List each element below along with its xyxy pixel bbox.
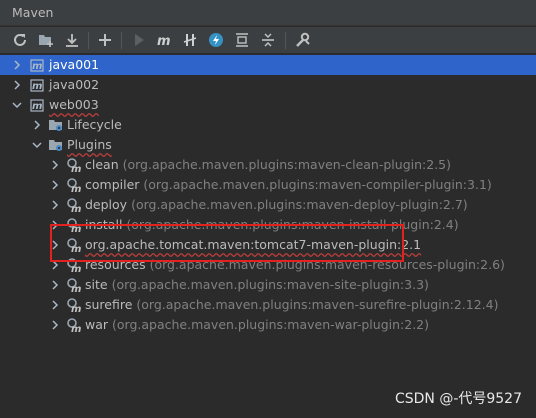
- plugin-name: compiler: [85, 177, 140, 192]
- plugin-name: clean: [85, 157, 119, 172]
- svg-text:m: m: [71, 304, 81, 313]
- plugin-item-deploy[interactable]: m deploy (org.apache.maven.plugins:maven…: [0, 195, 536, 215]
- folder-gear-icon: [48, 117, 64, 133]
- plugin-item-surefire[interactable]: m surefire (org.apache.maven.plugins:mav…: [0, 295, 536, 315]
- svg-text:m: m: [32, 101, 42, 112]
- project-name: java001: [49, 57, 100, 72]
- plugin-item-war[interactable]: m war (org.apache.maven.plugins:maven-wa…: [0, 315, 536, 335]
- svg-text:m: m: [71, 184, 81, 193]
- watermark: CSDN @-代号9527: [394, 391, 522, 407]
- svg-text:m: m: [71, 204, 81, 213]
- svg-text:m: m: [71, 164, 81, 173]
- chevron-right-icon[interactable]: [50, 320, 60, 330]
- chevron-right-icon[interactable]: [50, 300, 60, 310]
- plugin-artifact: (org.apache.maven.plugins:maven-compiler…: [143, 177, 492, 192]
- plus-icon[interactable]: [95, 30, 115, 50]
- chevron-right-icon[interactable]: [50, 200, 60, 210]
- lifecycle-label: Lifecycle: [67, 117, 122, 132]
- maven-project-icon: m: [29, 77, 45, 93]
- chevron-right-icon[interactable]: [50, 160, 60, 170]
- plugin-item-compiler[interactable]: m compiler (org.apache.maven.plugins:mav…: [0, 175, 536, 195]
- toggle-offline-icon[interactable]: [180, 30, 200, 50]
- plugin-name: site: [85, 277, 108, 292]
- plugin-artifact: (org.apache.maven.plugins:maven-clean-pl…: [122, 157, 451, 172]
- skip-tests-icon[interactable]: [206, 30, 226, 50]
- svg-text:m: m: [32, 61, 42, 72]
- plugin-name: deploy: [85, 197, 128, 212]
- show-dependencies-icon[interactable]: [232, 30, 252, 50]
- tree-item-lifecycle[interactable]: Lifecycle: [0, 115, 536, 135]
- folder-gear-icon: [48, 137, 64, 153]
- maven-plugin-icon: m: [66, 317, 82, 333]
- panel-title: Maven: [0, 0, 536, 26]
- collapse-all-icon[interactable]: [258, 30, 278, 50]
- plugin-artifact: (org.apache.maven.plugins:maven-surefire…: [136, 297, 499, 312]
- maven-toolbar: m: [0, 27, 536, 54]
- chevron-down-icon[interactable]: [12, 100, 22, 110]
- download-icon[interactable]: [62, 30, 82, 50]
- tree-item-java001[interactable]: m java001: [0, 55, 536, 75]
- chevron-down-icon[interactable]: [32, 140, 42, 150]
- reload-icon[interactable]: [10, 30, 30, 50]
- chevron-right-icon[interactable]: [12, 80, 22, 90]
- svg-text:m: m: [32, 81, 42, 92]
- maven-project-icon: m: [29, 57, 45, 73]
- svg-text:m: m: [71, 284, 81, 293]
- chevron-right-icon[interactable]: [50, 280, 60, 290]
- settings-icon[interactable]: [292, 30, 312, 50]
- chevron-right-icon[interactable]: [32, 120, 42, 130]
- plugin-item-site[interactable]: m site (org.apache.maven.plugins:maven-s…: [0, 275, 536, 295]
- project-name: java002: [49, 77, 100, 92]
- maven-plugin-icon: m: [66, 297, 82, 313]
- plugin-artifact: (org.apache.maven.plugins:maven-site-plu…: [111, 277, 429, 292]
- svg-text:m: m: [71, 264, 81, 273]
- maven-plugin-icon: m: [66, 197, 82, 213]
- maven-plugin-icon: m: [66, 177, 82, 193]
- run-icon[interactable]: [129, 30, 149, 50]
- maven-project-icon: m: [29, 97, 45, 113]
- tree-item-java002[interactable]: m java002: [0, 75, 536, 95]
- folder-add-icon[interactable]: [36, 30, 56, 50]
- svg-text:m: m: [157, 34, 171, 48]
- project-name: web003: [49, 97, 99, 112]
- plugin-name: war: [85, 317, 109, 332]
- chevron-right-icon[interactable]: [50, 180, 60, 190]
- plugin-item-clean[interactable]: m clean (org.apache.maven.plugins:maven-…: [0, 155, 536, 175]
- plugin-artifact: (org.apache.maven.plugins:maven-war-plug…: [112, 317, 430, 332]
- maven-goal-icon[interactable]: m: [154, 30, 174, 50]
- tree-item-web003[interactable]: m web003: [0, 95, 536, 115]
- maven-plugin-icon: m: [66, 157, 82, 173]
- plugins-label: Plugins: [67, 137, 112, 152]
- svg-text:m: m: [71, 324, 81, 333]
- chevron-right-icon[interactable]: [12, 60, 22, 70]
- tree-item-plugins[interactable]: Plugins: [0, 135, 536, 155]
- highlight-annotation-box: [50, 224, 404, 262]
- maven-plugin-icon: m: [66, 277, 82, 293]
- plugin-artifact: (org.apache.maven.plugins:maven-deploy-p…: [131, 197, 468, 212]
- plugin-name: surefire: [85, 297, 133, 312]
